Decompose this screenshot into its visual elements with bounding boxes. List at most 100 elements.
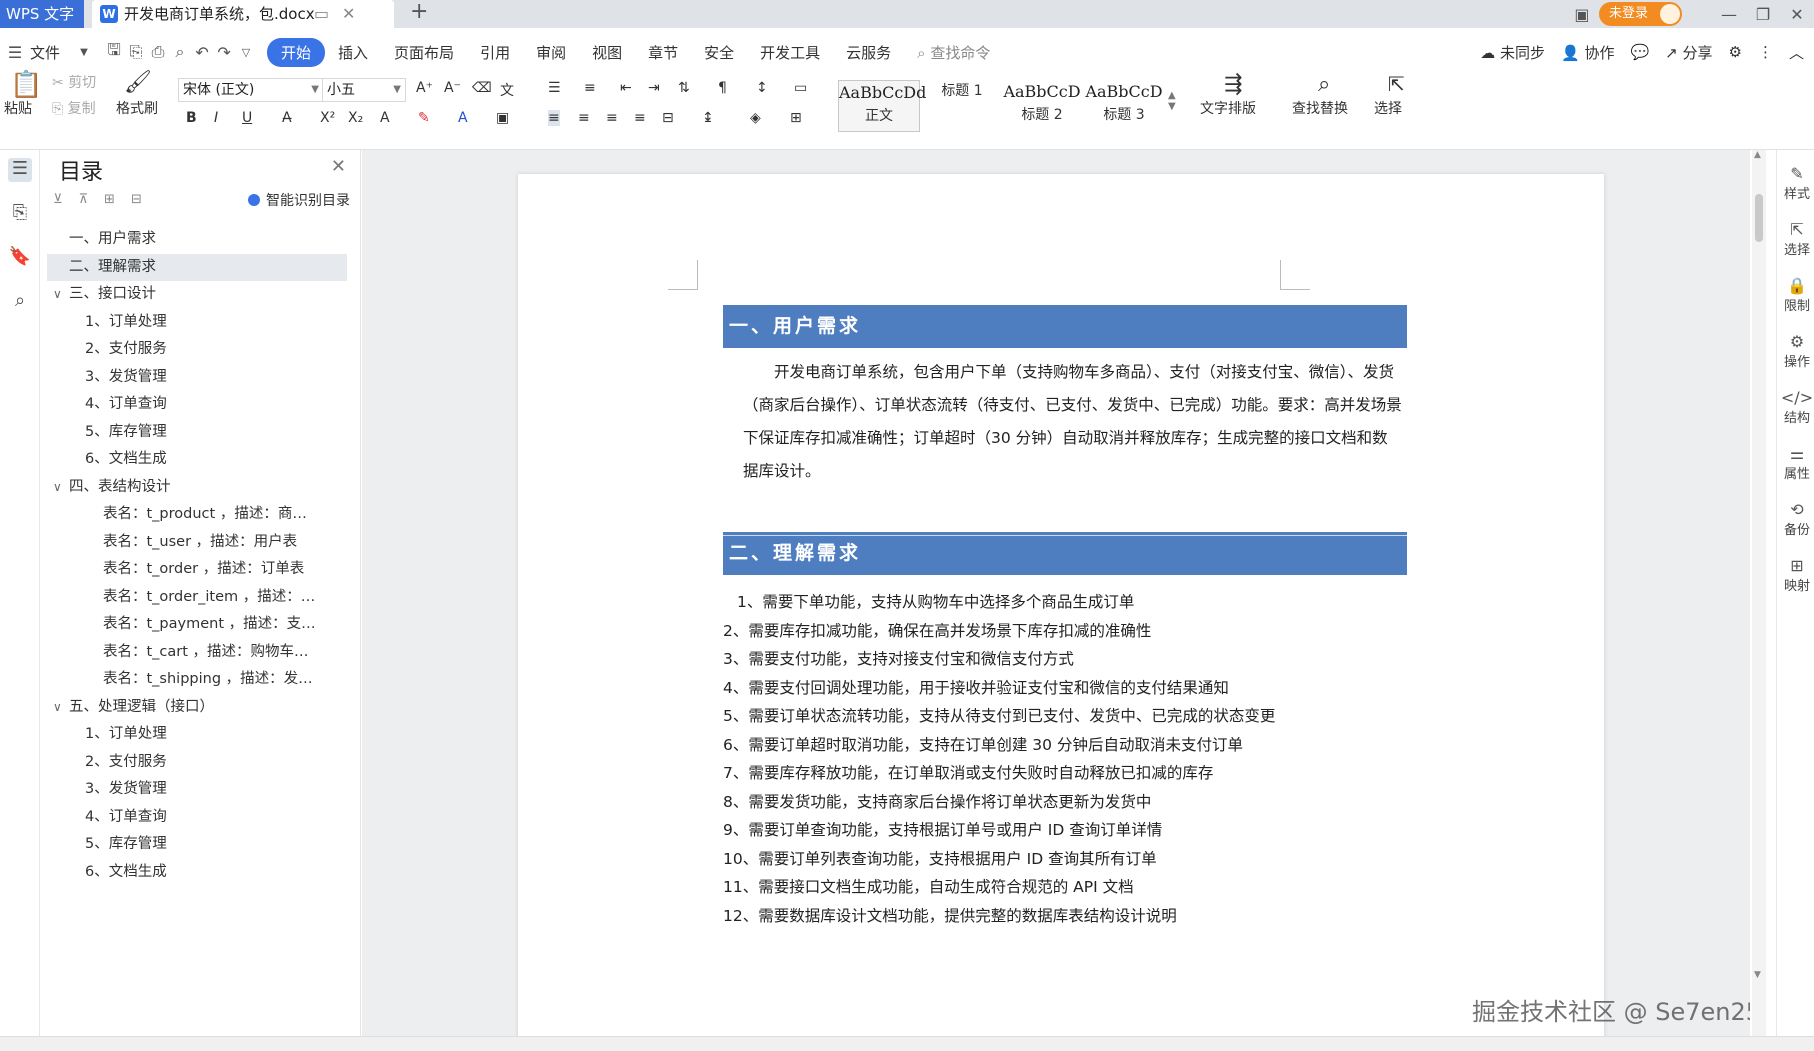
superscript-icon[interactable]: X² <box>320 110 335 126</box>
close-tab-icon[interactable]: ✕ <box>342 0 355 28</box>
heading-user-requirements[interactable]: 一、用户需求 <box>723 305 1407 348</box>
align-left-icon[interactable]: ≡ <box>548 110 560 126</box>
decrease-indent-icon[interactable]: ⇤ <box>620 80 632 96</box>
rightbar-item[interactable]: ⚙ 操作 <box>1779 332 1814 370</box>
toc-item[interactable]: 5、库存管理 <box>47 831 347 859</box>
font-name-select[interactable]: 宋体 (正文) ▼ <box>178 78 324 102</box>
text-layout-icon[interactable]: ⇶ <box>1224 72 1242 97</box>
wps-app-tab[interactable]: WPS 文字 <box>0 0 84 28</box>
show-marks-icon[interactable]: ¶ <box>718 80 727 96</box>
tab-security[interactable]: 安全 <box>691 42 747 63</box>
toc-item[interactable]: ∨ 三、接口设计 <box>47 281 347 309</box>
toc-item[interactable]: 2、支付服务 <box>47 749 347 777</box>
phonetic-icon[interactable]: 文 <box>500 80 514 100</box>
style-heading-3[interactable]: AaBbCcD 标题 3 <box>1082 80 1166 132</box>
rightbar-item[interactable]: ⇱ 选择 <box>1779 220 1814 258</box>
toc-item[interactable]: 1、订单处理 <box>47 721 347 749</box>
numbered-list-icon[interactable]: ≡ <box>584 80 596 96</box>
export-icon[interactable]: ⎘ <box>125 42 147 62</box>
heading-understand-requirements[interactable]: 二、理解需求 <box>723 532 1407 575</box>
paste-icon[interactable]: 📋 <box>10 70 42 100</box>
body-paragraph[interactable]: 开发电商订单系统，包含用户下单（支持购物车多商品）、支付（对接支付宝、微信）、发… <box>743 356 1403 488</box>
style-heading-1[interactable]: 标题 1 <box>924 80 1000 132</box>
collab-button[interactable]: 👤 协作 <box>1561 42 1614 63</box>
smart-toc-button[interactable]: 智能识别目录 <box>248 190 350 210</box>
document-tab[interactable]: W 开发电商订单系统，包.docx ▭ ✕ <box>92 0 394 28</box>
toc-item[interactable]: 6、文档生成 <box>47 446 347 474</box>
layout-icon[interactable]: ▣ <box>1565 5 1599 24</box>
find-replace-button[interactable]: 查找替换 <box>1292 98 1348 118</box>
tab-references[interactable]: 引用 <box>467 42 523 63</box>
requirement-line[interactable]: 11、需要接口文档生成功能，自动生成符合规范的 API 文档 <box>723 875 1134 897</box>
minimize-icon[interactable]: — <box>1712 5 1746 24</box>
expand-all-icon[interactable]: ⊻ <box>53 192 63 207</box>
scrollbar-thumb[interactable] <box>1755 194 1763 242</box>
distribute-icon[interactable]: ⊟ <box>662 110 674 126</box>
char-border-icon[interactable]: ▣ <box>496 110 509 126</box>
tab-developer[interactable]: 开发工具 <box>747 42 833 63</box>
remove-heading-icon[interactable]: ⊟ <box>131 192 142 207</box>
new-tab-button[interactable]: + <box>410 0 428 24</box>
toc-item[interactable]: ∨ 五、处理逻辑（接口） <box>47 694 347 722</box>
cursor-select-icon[interactable]: ⇱ <box>1388 72 1405 96</box>
tab-cloud-service[interactable]: 云服务 <box>833 42 904 63</box>
collapse-ribbon-icon[interactable]: ︿ <box>1789 42 1804 63</box>
strikethrough-icon[interactable]: A̶ <box>282 110 292 126</box>
shading-icon[interactable]: ◈ <box>750 110 761 126</box>
tab-chapter[interactable]: 章节 <box>635 42 691 63</box>
styles-scroll-icon[interactable]: ▲ ▼ <box>1168 90 1176 112</box>
float-window-icon[interactable]: ▭ <box>314 0 329 28</box>
toc-item[interactable]: 表名：t_user ，描述：用户表 <box>47 529 347 557</box>
rightbar-item[interactable]: ⚌ 属性 <box>1779 444 1814 482</box>
toc-item[interactable]: 表名：t_order ，描述：订单表 <box>47 556 347 584</box>
print-preview-icon[interactable]: ⌕ <box>169 42 191 62</box>
toc-item[interactable]: 1、订单处理 <box>47 309 347 337</box>
chevron-down-icon[interactable]: ▼ <box>73 47 95 58</box>
requirement-line[interactable]: 10、需要订单列表查询功能，支持根据用户 ID 查询其所有订单 <box>723 847 1157 869</box>
menu-file[interactable]: 文件 <box>26 42 73 63</box>
sort-icon[interactable]: ⇅ <box>678 80 690 96</box>
close-icon[interactable]: ✕ <box>331 156 346 177</box>
font-color-icon[interactable]: A <box>458 110 468 126</box>
toc-item[interactable]: 5、库存管理 <box>47 419 347 447</box>
requirement-line[interactable]: 2、需要库存扣减功能，确保在高并发场景下库存扣减的准确性 <box>723 619 1151 641</box>
toc-item[interactable]: 表名：t_cart ，描述：购物车… <box>47 639 347 667</box>
grow-font-icon[interactable]: A⁺ <box>416 80 433 96</box>
italic-icon[interactable]: I <box>214 110 218 126</box>
command-search[interactable]: ⌕ 查找命令 <box>904 42 1003 63</box>
rightbar-item[interactable]: ⊞ 映射 <box>1779 556 1814 594</box>
shrink-font-icon[interactable]: A⁻ <box>444 80 461 96</box>
toc-item[interactable]: 表名：t_order_item ，描述：… <box>47 584 347 612</box>
toc-item[interactable]: 2、支付服务 <box>47 336 347 364</box>
rightbar-item[interactable]: ⟲ 备份 <box>1779 500 1814 538</box>
paste-button[interactable]: 粘贴 <box>4 98 32 118</box>
toc-item[interactable]: ∨ 四、表结构设计 <box>47 474 347 502</box>
text-layout-button[interactable]: 文字排版 <box>1200 98 1256 118</box>
toc-item[interactable]: 3、发货管理 <box>47 776 347 804</box>
select-button[interactable]: 选择 <box>1374 98 1402 118</box>
chevron-down-icon[interactable]: ∨ <box>53 694 62 722</box>
undo-icon[interactable]: ↶ <box>191 43 213 62</box>
requirement-line[interactable]: 6、需要订单超时取消功能，支持在订单创建 30 分钟后自动取消未支付订单 <box>723 733 1243 755</box>
rightbar-item[interactable]: 🔒 限制 <box>1779 276 1814 314</box>
font-size-select[interactable]: 小五 ▼ <box>322 78 406 102</box>
rightbar-item[interactable]: </> 结构 <box>1779 388 1814 426</box>
bold-icon[interactable]: B <box>186 110 197 126</box>
toc-item[interactable]: 6、文档生成 <box>47 859 347 887</box>
requirement-line[interactable]: 12、需要数据库设计文档功能，提供完整的数据库表结构设计说明 <box>723 904 1177 926</box>
underline-icon[interactable]: U <box>242 110 252 126</box>
copy-button[interactable]: ⎘ 复制 <box>52 98 96 118</box>
borders-icon[interactable]: ⊞ <box>790 110 802 126</box>
search-panel-icon[interactable]: ⌕ <box>8 290 32 314</box>
toc-item[interactable]: 3、发货管理 <box>47 364 347 392</box>
collapse-all-icon[interactable]: ⊼ <box>79 192 89 207</box>
restore-icon[interactable]: ❐ <box>1746 5 1780 24</box>
comment-icon[interactable]: 💬 <box>1630 43 1649 61</box>
quick-access-more-icon[interactable]: ▽ <box>235 46 257 59</box>
justify-icon[interactable]: ≡ <box>634 110 646 126</box>
add-heading-icon[interactable]: ⊞ <box>104 192 115 207</box>
highlight-icon[interactable]: ✎ <box>418 110 430 126</box>
subscript-icon[interactable]: X₂ <box>348 110 363 126</box>
requirement-line[interactable]: 7、需要库存释放功能，在订单取消或支付失败时自动释放已扣减的库存 <box>723 761 1213 783</box>
save-icon[interactable]: 🖫 <box>103 39 125 66</box>
